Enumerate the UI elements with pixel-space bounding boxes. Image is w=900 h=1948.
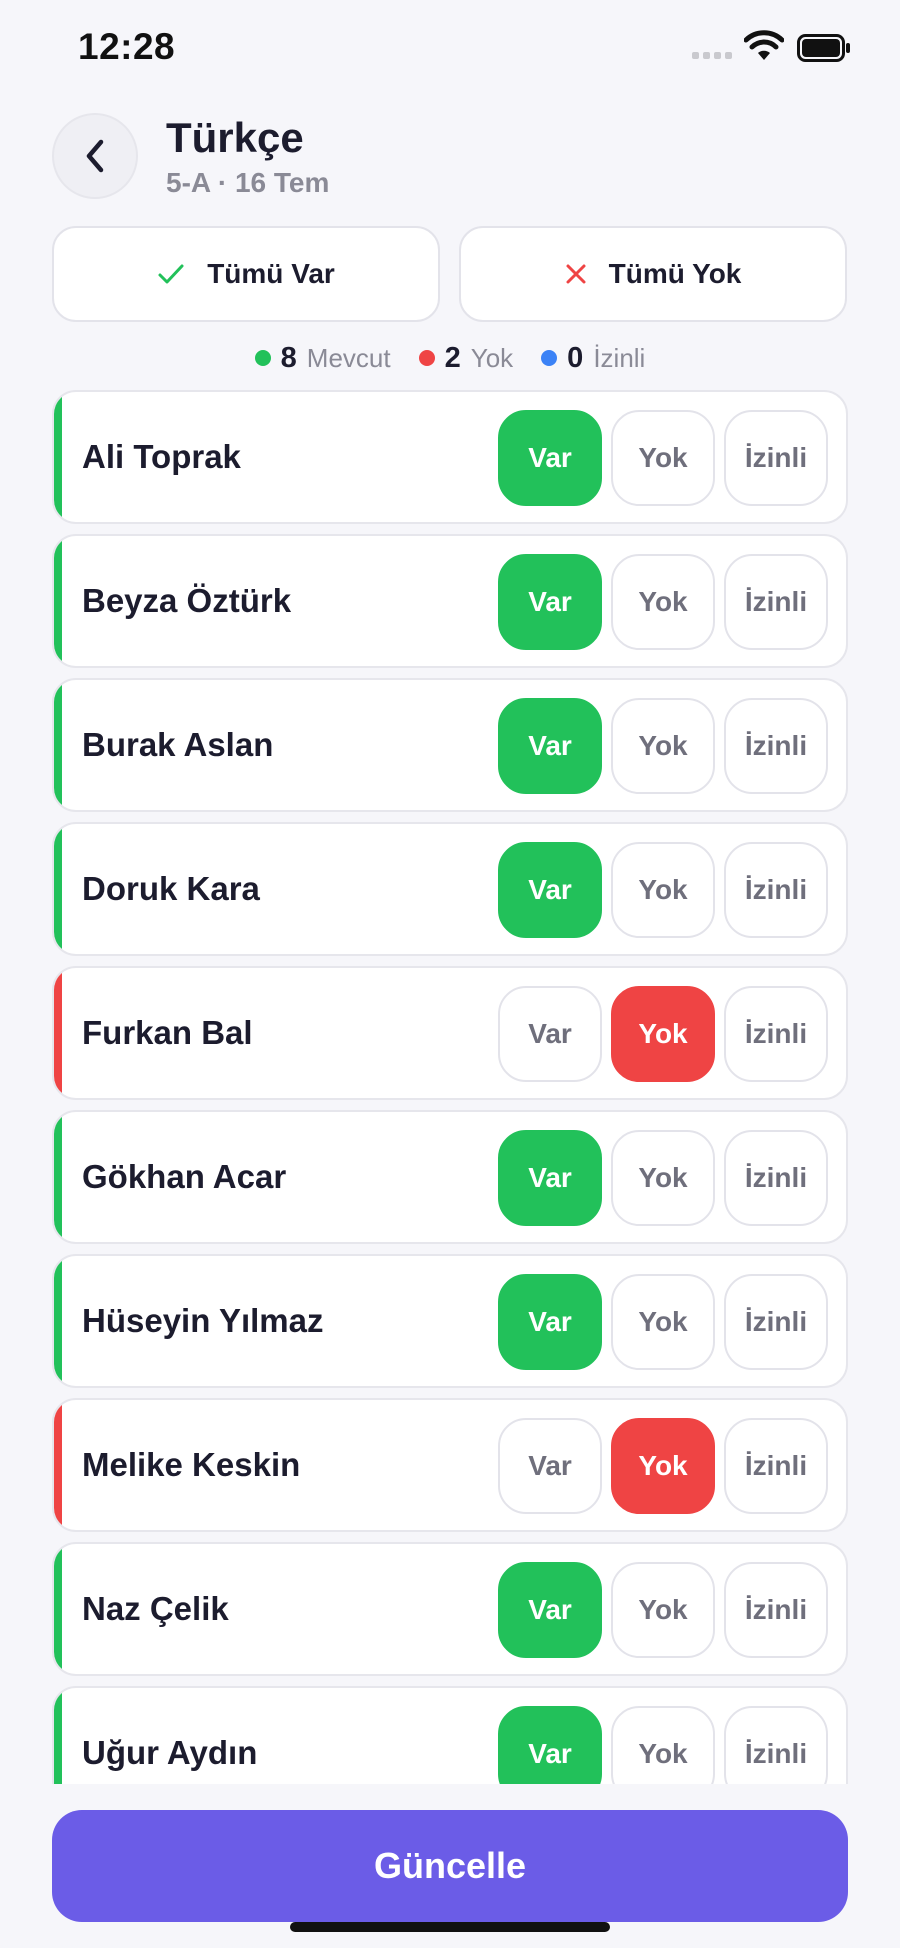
student-list[interactable]: Ali Toprak Var Yok İzinli Beyza Öztürk V…: [52, 390, 848, 1784]
student-name: Naz Çelik: [82, 1590, 229, 1627]
mark-all-present-label: Tümü Var: [207, 258, 335, 289]
absent-label: Yok: [470, 342, 514, 373]
cellular-signal-icon: [692, 52, 732, 59]
excused-option-button[interactable]: İzinli: [724, 1130, 828, 1226]
present-option-button[interactable]: Var: [498, 986, 602, 1082]
student-name: Doruk Kara: [82, 870, 260, 907]
update-button[interactable]: Güncelle: [52, 1810, 848, 1922]
excused-option-button[interactable]: İzinli: [724, 986, 828, 1082]
absent-option-button[interactable]: Yok: [611, 698, 715, 794]
mark-all-present-button[interactable]: Tümü Var: [52, 226, 440, 322]
present-option-button[interactable]: Var: [498, 698, 602, 794]
student-name: Gökhan Acar: [82, 1158, 287, 1195]
present-option-button[interactable]: Var: [498, 1562, 602, 1658]
present-count: 8: [280, 341, 297, 374]
page-title: Türkçe: [166, 114, 304, 161]
status-indicator-bar: [54, 824, 62, 954]
student-name: Ali Toprak: [82, 438, 241, 475]
student-name: Burak Aslan: [82, 726, 274, 763]
student-name: Hüseyin Yılmaz: [82, 1302, 324, 1339]
close-icon: [566, 264, 586, 284]
mark-all-absent-button[interactable]: Tümü Yok: [459, 226, 847, 322]
chevron-left-icon: [86, 139, 104, 173]
excused-option-button[interactable]: İzinli: [724, 1562, 828, 1658]
summary-absent: 2 Yok: [418, 341, 514, 375]
excused-count: 0: [567, 341, 584, 374]
absent-option-button[interactable]: Yok: [611, 554, 715, 650]
student-row: Hüseyin Yılmaz Var Yok İzinli: [52, 1254, 848, 1388]
present-option-button[interactable]: Var: [498, 410, 602, 506]
absent-option-button[interactable]: Yok: [611, 1274, 715, 1370]
present-option-button[interactable]: Var: [498, 1706, 602, 1784]
status-indicator-bar: [54, 1544, 62, 1674]
student-row: Naz Çelik Var Yok İzinli: [52, 1542, 848, 1676]
status-indicator-bar: [54, 1400, 62, 1530]
present-option-button[interactable]: Var: [498, 1130, 602, 1226]
excused-option-button[interactable]: İzinli: [724, 1274, 828, 1370]
student-row: Burak Aslan Var Yok İzinli: [52, 678, 848, 812]
check-icon: [158, 264, 184, 284]
student-name: Melike Keskin: [82, 1446, 301, 1483]
absent-option-button[interactable]: Yok: [611, 1418, 715, 1514]
home-indicator: [290, 1922, 610, 1932]
absent-option-button[interactable]: Yok: [611, 986, 715, 1082]
student-row: Melike Keskin Var Yok İzinli: [52, 1398, 848, 1532]
student-row: Ali Toprak Var Yok İzinli: [52, 390, 848, 524]
excused-option-button[interactable]: İzinli: [724, 410, 828, 506]
status-indicator-bar: [54, 1256, 62, 1386]
mark-all-absent-label: Tümü Yok: [608, 258, 742, 289]
status-indicator-bar: [54, 1112, 62, 1242]
status-indicator-bar: [54, 392, 62, 522]
page-subtitle: 5-A · 16 Tem: [166, 167, 330, 198]
student-row: Doruk Kara Var Yok İzinli: [52, 822, 848, 956]
student-row: Furkan Bal Var Yok İzinli: [52, 966, 848, 1100]
attendance-summary: 8 Mevcut 2 Yok 0 İzinli: [0, 338, 900, 378]
present-option-button[interactable]: Var: [498, 554, 602, 650]
student-name: Beyza Öztürk: [82, 582, 292, 619]
summary-present: 8 Mevcut: [254, 341, 391, 375]
absent-option-button[interactable]: Yok: [611, 1562, 715, 1658]
excused-option-button[interactable]: İzinli: [724, 1418, 828, 1514]
summary-excused: 0 İzinli: [541, 342, 645, 375]
excused-dot-icon: [541, 350, 558, 366]
present-label: Mevcut: [306, 342, 391, 373]
status-indicator-bar: [54, 536, 62, 666]
battery-icon: [797, 34, 850, 62]
status-indicator-bar: [54, 680, 62, 810]
absent-option-button[interactable]: Yok: [611, 842, 715, 938]
excused-option-button[interactable]: İzinli: [724, 554, 828, 650]
wifi-icon: [744, 30, 784, 60]
present-option-button[interactable]: Var: [498, 1274, 602, 1370]
excused-option-button[interactable]: İzinli: [724, 842, 828, 938]
status-time: 12:28: [78, 26, 176, 67]
status-bar: 12:28: [0, 0, 900, 100]
student-row: Beyza Öztürk Var Yok İzinli: [52, 534, 848, 668]
student-name: Uğur Aydın: [82, 1734, 258, 1771]
excused-option-button[interactable]: İzinli: [724, 698, 828, 794]
present-option-button[interactable]: Var: [498, 1418, 602, 1514]
absent-option-button[interactable]: Yok: [611, 410, 715, 506]
status-indicator-bar: [54, 1688, 62, 1784]
absent-dot-icon: [418, 350, 435, 366]
absent-option-button[interactable]: Yok: [611, 1706, 715, 1784]
student-row: Gökhan Acar Var Yok İzinli: [52, 1110, 848, 1244]
back-button[interactable]: [52, 113, 138, 199]
excused-option-button[interactable]: İzinli: [724, 1706, 828, 1784]
absent-option-button[interactable]: Yok: [611, 1130, 715, 1226]
absent-count: 2: [444, 341, 461, 374]
excused-label: İzinli: [593, 342, 646, 373]
present-dot-icon: [254, 350, 271, 366]
status-indicator-bar: [54, 968, 62, 1098]
present-option-button[interactable]: Var: [498, 842, 602, 938]
student-name: Furkan Bal: [82, 1014, 253, 1051]
student-row: Uğur Aydın Var Yok İzinli: [52, 1686, 848, 1784]
